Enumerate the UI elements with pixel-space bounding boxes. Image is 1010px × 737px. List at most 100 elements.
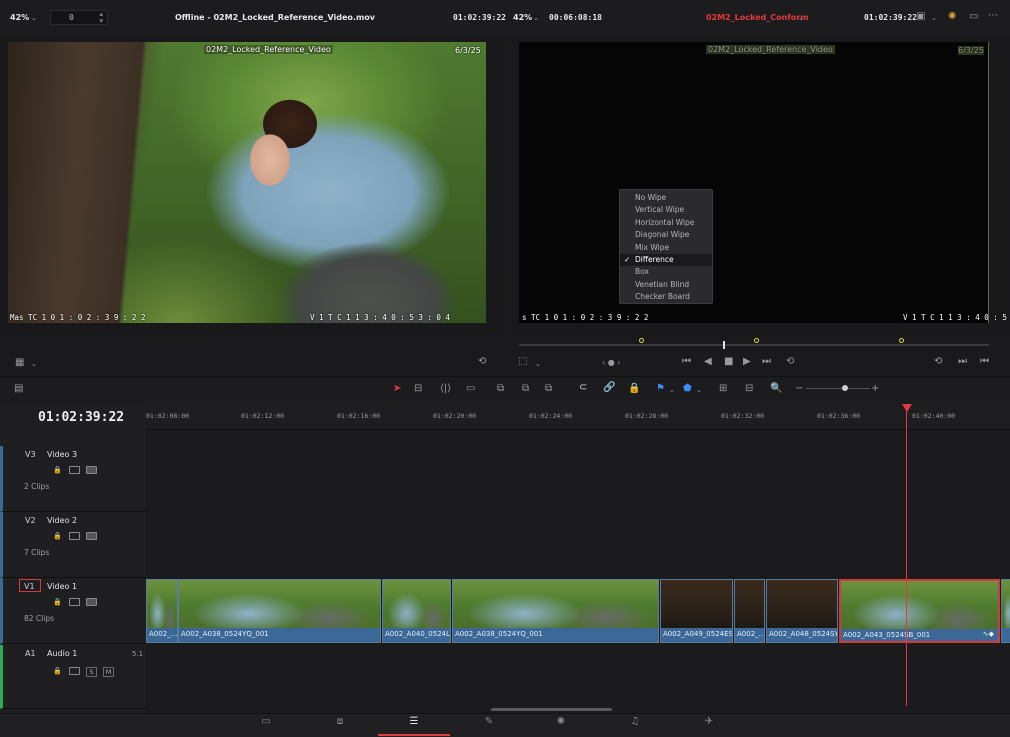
auto-select-icon[interactable] [69,667,80,675]
viewer-scrub-bar[interactable] [519,344,989,346]
chevron-down-icon[interactable]: ⌄ [533,12,539,24]
wipe-menu-item[interactable]: Horizontal Wipe [620,217,712,229]
jog-control-icon[interactable]: ‹ ● › [602,357,620,369]
timeline-clip[interactable]: A002_A040_0524L... [382,579,451,643]
wipe-menu-item-selected[interactable]: ✓ Difference [620,253,712,267]
checkerboard-icon[interactable]: ▦ [15,357,24,369]
snapping-icon[interactable]: ⊂ [579,382,587,394]
timeline-clip[interactable]: A002_A049_0524ES... [660,579,733,643]
replace-clip-icon[interactable]: ⧉ [545,383,552,395]
track-header-v2[interactable]: V2 Video 2 🔒 7 Clips [0,512,146,578]
wipe-menu-item[interactable]: Checker Board [620,291,712,303]
skip-to-end-icon[interactable]: ⏭ [762,356,771,368]
insert-clip-icon[interactable]: ⧉ [497,383,504,395]
marker-dot[interactable] [899,338,904,343]
trim-tool-icon[interactable]: ⊟ [414,383,422,395]
wipe-menu-item[interactable]: Diagonal Wipe [620,229,712,241]
stepper-icon[interactable]: ▴ ▾ [99,11,103,25]
track-id[interactable]: V1 [24,582,35,591]
timeline-clip[interactable] [1001,579,1010,643]
marker-dot[interactable] [754,338,759,343]
timeline-scrollbar[interactable] [491,708,612,711]
timeline-track-area[interactable] [146,404,1010,714]
timeline-clip[interactable]: A002_A048_0524SY... [766,579,838,643]
lock-icon[interactable]: 🔒 [53,598,64,606]
track-video-icon[interactable] [86,466,97,474]
marker-dot[interactable] [639,338,644,343]
stop-icon[interactable]: ■ [724,356,733,368]
track-name[interactable]: Audio 1 [47,649,77,658]
chevron-down-icon[interactable]: ⌄ [696,384,702,396]
blade-tool-icon[interactable]: ▭ [466,383,475,395]
link-icon[interactable]: 🔗 [603,382,615,394]
zoom-custom-icon[interactable]: 🔍 [770,383,782,395]
zoom-slider-handle[interactable] [842,385,848,391]
lock-icon[interactable]: 🔒 [53,466,64,474]
chevron-down-icon[interactable]: ⌄ [798,12,804,24]
track-header-a1[interactable]: A1 Audio 1 5.1 🔒 S M [0,645,146,709]
next-frame-icon[interactable]: ⏭ [958,356,967,368]
timeline-clip[interactable]: A002_... [734,579,765,643]
playhead-marker[interactable] [902,404,912,412]
more-options-icon[interactable]: ⋯ [988,10,998,22]
track-name[interactable]: Video 1 [47,582,77,591]
position-lock-icon[interactable]: 🔒 [628,383,640,395]
wipe-menu-item[interactable]: No Wipe [620,192,712,204]
overwrite-clip-icon[interactable]: ⧉ [522,383,529,395]
zoom-full-icon[interactable]: ⊞ [719,383,727,395]
chevron-down-icon[interactable]: ⌄ [931,12,937,24]
track-video-icon[interactable] [86,532,97,540]
viewer-mode-icon[interactable]: ▣ [916,11,925,23]
track-header-v1[interactable]: V1 Video 1 🔒 82 Clips [0,578,146,644]
skip-to-start-icon[interactable]: ⏮ [682,356,691,368]
mute-button[interactable]: M [103,667,114,677]
chevron-down-icon[interactable]: ⌄ [31,358,37,370]
crop-icon[interactable]: ⬚ [518,356,527,368]
timeline-viewer-image[interactable] [519,42,989,323]
timeline-name[interactable]: 02M2_Locked_Conform [706,13,809,22]
prev-edit-icon[interactable]: ⏮ [980,356,989,368]
wipe-menu-item[interactable]: Venetian Blind [620,279,712,291]
solo-button[interactable]: S [86,667,97,677]
color-icon[interactable]: ✺ [551,716,571,727]
match-frame-icon[interactable]: ⟲ [934,356,942,368]
track-name[interactable]: Video 3 [47,450,77,459]
track-name[interactable]: Video 2 [47,516,77,525]
playhead-line[interactable] [906,410,907,706]
play-reverse-icon[interactable]: ◀ [704,356,712,368]
wipe-menu-item[interactable]: Vertical Wipe [620,204,712,216]
timeline-viewer-zoom[interactable]: 42% [513,13,532,22]
viewer-playhead[interactable] [723,341,725,349]
timeline-clip[interactable]: A002_A038_0524YQ_001 [178,579,381,643]
timeline-clip[interactable]: A002_A038_0524YQ_001 [452,579,659,643]
timeline-clip[interactable]: A002_... [146,579,178,643]
zoom-out-icon[interactable]: − [795,383,803,395]
loop-icon[interactable]: ⟲ [478,356,486,368]
cut-icon[interactable]: ⧈ [330,716,350,727]
fairlight-icon[interactable]: ♫ [625,716,645,727]
loop-icon[interactable]: ⟲ [786,356,794,368]
edit-icon[interactable]: ☰ [404,716,424,727]
lock-icon[interactable]: 🔒 [53,532,64,540]
frame-field[interactable]: 0 ▴ ▾ [50,10,108,25]
track-video-icon[interactable] [86,598,97,606]
zoom-in-icon[interactable]: + [871,383,879,395]
track-header-v3[interactable]: V3 Video 3 🔒 2 Clips [0,446,146,512]
chevron-down-icon[interactable]: ⌄ [535,358,541,370]
auto-select-icon[interactable] [69,598,80,606]
zoom-slider[interactable] [806,388,870,389]
dynamic-trim-icon[interactable]: ⟨|⟩ [440,383,451,395]
source-viewer-image[interactable] [8,42,486,323]
auto-select-icon[interactable] [69,532,80,540]
play-icon[interactable]: ▶ [743,356,751,368]
chevron-down-icon[interactable]: ⌄ [669,384,675,396]
lock-icon[interactable]: 🔒 [53,667,64,675]
auto-select-icon[interactable] [69,466,80,474]
selection-tool-icon[interactable]: ➤ [393,383,401,395]
wipe-menu-item[interactable]: Mix Wipe [620,242,712,254]
window-icon[interactable]: ▭ [969,11,978,23]
chevron-down-icon[interactable]: ⌄ [31,12,37,24]
deliver-icon[interactable]: ✈ [699,716,719,727]
flag-icon[interactable]: ⚑ [656,383,665,395]
marker-icon[interactable]: ⬟ [683,383,692,395]
